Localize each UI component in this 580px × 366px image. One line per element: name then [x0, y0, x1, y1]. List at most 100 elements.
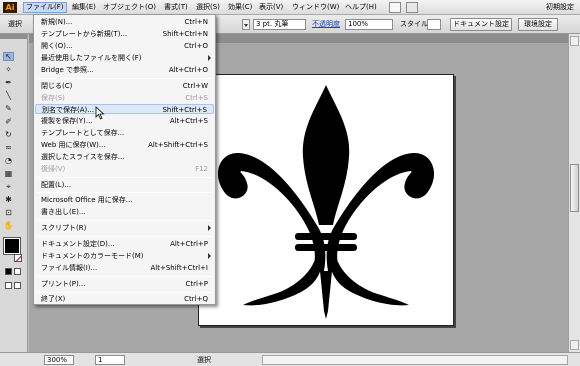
- menu-item-label: テンプレートから新規(T)...: [41, 30, 128, 38]
- menu-item-label: プリント(P)...: [41, 280, 86, 288]
- menu-help[interactable]: ヘルプ(H): [343, 2, 379, 13]
- blob-brush-tool-icon[interactable]: ✐: [3, 117, 14, 126]
- opacity-field[interactable]: 100%: [345, 19, 393, 30]
- menu-item-save-a-copy[interactable]: 複製を保存(Y)... Alt+Ctrl+S: [35, 116, 214, 126]
- fleur-de-lis-artwork[interactable]: [199, 75, 453, 325]
- menu-item-label: 書き出し(E)...: [41, 208, 86, 216]
- gradient-mode-icon[interactable]: [14, 268, 21, 275]
- opacity-link[interactable]: 不透明度: [312, 20, 340, 29]
- menu-item-shortcut: Ctrl+S: [185, 94, 208, 102]
- brush-definition-field[interactable]: 3 pt. 丸筆: [253, 19, 306, 30]
- app-logo: Ai: [3, 2, 17, 13]
- status-bar: 300% 1 選択: [0, 352, 580, 366]
- menu-item-label: 開く(O)...: [41, 42, 73, 50]
- workspace-switcher[interactable]: 初期設定: [546, 2, 574, 13]
- control-bar-selection-label: 選択: [8, 20, 22, 28]
- menu-item-document-setup[interactable]: ドキュメント設定(D)... Alt+Ctrl+P: [35, 239, 214, 249]
- vertical-scrollbar[interactable]: [568, 34, 580, 352]
- menu-edit[interactable]: 編集(E): [70, 2, 98, 13]
- menu-item-exit[interactable]: 終了(X) Ctrl+Q: [35, 294, 214, 304]
- menu-item-label: Bridge で参照...: [41, 66, 94, 74]
- scroll-up-icon[interactable]: [570, 36, 579, 46]
- menu-item-shortcut: Ctrl+W: [182, 82, 208, 90]
- menu-item-label: 復帰(V): [41, 165, 66, 173]
- menu-item-shortcut: Alt+Ctrl+O: [168, 66, 208, 74]
- menu-item-save: 保存(S) Ctrl+S: [35, 93, 214, 103]
- menu-item-save-for-web[interactable]: Web 用に保存(W)... Alt+Shift+Ctrl+S: [35, 140, 214, 150]
- menu-item-label: 選択したスライスを保存...: [41, 153, 125, 161]
- menu-item-label: 閉じる(C): [41, 82, 73, 90]
- menu-item-document-color-mode[interactable]: ドキュメントのカラーモード(M): [35, 251, 214, 261]
- submenu-arrow-icon: [208, 225, 211, 231]
- submenu-arrow-icon: [208, 55, 211, 61]
- menu-effect[interactable]: 効果(C): [226, 2, 254, 13]
- menu-select[interactable]: 選択(S): [194, 2, 222, 13]
- menu-item-scripts[interactable]: スクリプト(R): [35, 223, 214, 233]
- menu-item-save-selected-slices[interactable]: 選択したスライスを保存...: [35, 152, 214, 162]
- artboard[interactable]: [198, 74, 454, 326]
- rotate-tool-icon[interactable]: ↻: [3, 130, 14, 139]
- scroll-down-icon[interactable]: [570, 340, 579, 350]
- menu-item-label: 保存(S): [41, 94, 65, 102]
- zoom-field[interactable]: 300%: [44, 355, 74, 365]
- hand-tool-icon[interactable]: ✋: [3, 221, 14, 230]
- menu-item-label: ファイル情報(I)...: [41, 264, 98, 272]
- width-tool-icon[interactable]: ≈: [3, 143, 14, 152]
- menu-item-place[interactable]: 配置(L)...: [35, 180, 214, 190]
- eyedropper-tool-icon[interactable]: ⌖: [3, 182, 14, 191]
- magic-wand-tool-icon[interactable]: ✧: [3, 65, 14, 74]
- horizontal-scrollbar[interactable]: [262, 355, 568, 365]
- menu-type[interactable]: 書式(T): [162, 2, 190, 13]
- pen-tool-icon[interactable]: ✒: [3, 78, 14, 87]
- menu-separator: [38, 220, 212, 221]
- screen-mode-icon[interactable]: [14, 282, 21, 289]
- menu-item-label: 別名で保存(A)...: [42, 106, 94, 114]
- menu-item-label: ドキュメントのカラーモード(M): [41, 252, 144, 260]
- menu-item-shortcut: Ctrl+P: [185, 280, 208, 288]
- menu-separator: [38, 292, 212, 293]
- vertical-scroll-thumb[interactable]: [570, 164, 579, 212]
- menu-object[interactable]: オブジェクト(O): [101, 2, 158, 13]
- symbol-sprayer-tool-icon[interactable]: ✱: [3, 195, 14, 204]
- menu-item-export[interactable]: 書き出し(E)...: [35, 207, 214, 217]
- paintbrush-tool-icon[interactable]: ✎: [3, 104, 14, 113]
- fill-color-swatch[interactable]: [4, 238, 20, 254]
- perspective-grid-tool-icon[interactable]: ▦: [3, 169, 14, 178]
- shape-builder-tool-icon[interactable]: ◔: [3, 156, 14, 165]
- menu-item-save-for-office[interactable]: Microsoft Office 用に保存...: [35, 195, 214, 205]
- mouse-cursor-icon: [95, 106, 105, 120]
- menu-item-save-as-template[interactable]: テンプレートとして保存...: [35, 128, 214, 138]
- menu-item-open-recent[interactable]: 最近使用したファイルを開く(F): [35, 53, 214, 63]
- menu-separator: [38, 78, 212, 79]
- menu-item-open[interactable]: 開く(O)... Ctrl+O: [35, 41, 214, 51]
- bridge-icon[interactable]: [389, 2, 401, 13]
- menu-item-new[interactable]: 新規(N)... Ctrl+N: [35, 17, 214, 27]
- menu-item-file-info[interactable]: ファイル情報(I)... Alt+Shift+Ctrl+I: [35, 263, 214, 273]
- selection-tool-icon[interactable]: ↖: [3, 52, 14, 61]
- artboard-tool-icon[interactable]: ⊡: [3, 208, 14, 217]
- menu-item-new-from-template[interactable]: テンプレートから新規(T)... Shift+Ctrl+N: [35, 29, 214, 39]
- menu-item-browse-in-bridge[interactable]: Bridge で参照... Alt+Ctrl+O: [35, 65, 214, 75]
- artboard-navigator-field[interactable]: 1: [95, 355, 125, 365]
- preferences-button[interactable]: 環境設定: [518, 18, 558, 31]
- menu-item-print[interactable]: プリント(P)... Ctrl+P: [35, 279, 214, 289]
- arrange-documents-icon[interactable]: [406, 2, 418, 13]
- stroke-profile-dropdown-icon[interactable]: [242, 19, 250, 30]
- document-setup-button[interactable]: ドキュメント設定: [450, 18, 512, 31]
- color-mode-icon[interactable]: [5, 268, 12, 275]
- line-tool-icon[interactable]: ╲: [3, 91, 14, 100]
- stroke-none-swatch[interactable]: [14, 254, 22, 262]
- menu-item-close[interactable]: 閉じる(C) Ctrl+W: [35, 81, 214, 91]
- menu-view[interactable]: 表示(V): [257, 2, 285, 13]
- draw-normal-icon[interactable]: [5, 282, 12, 289]
- menu-file[interactable]: ファイル(F): [23, 2, 67, 13]
- menu-separator: [38, 192, 212, 193]
- menu-item-shortcut: Ctrl+N: [184, 18, 208, 26]
- graphic-style-swatch[interactable]: [427, 19, 441, 30]
- menu-item-save-as[interactable]: 別名で保存(A)... Shift+Ctrl+S: [35, 104, 214, 114]
- menu-item-label: テンプレートとして保存...: [41, 129, 125, 137]
- menu-window[interactable]: ウィンドウ(W): [290, 2, 341, 13]
- menu-item-label: ドキュメント設定(D)...: [41, 240, 115, 248]
- menu-item-shortcut: Alt+Ctrl+P: [170, 240, 208, 248]
- menu-item-label: Web 用に保存(W)...: [41, 141, 106, 149]
